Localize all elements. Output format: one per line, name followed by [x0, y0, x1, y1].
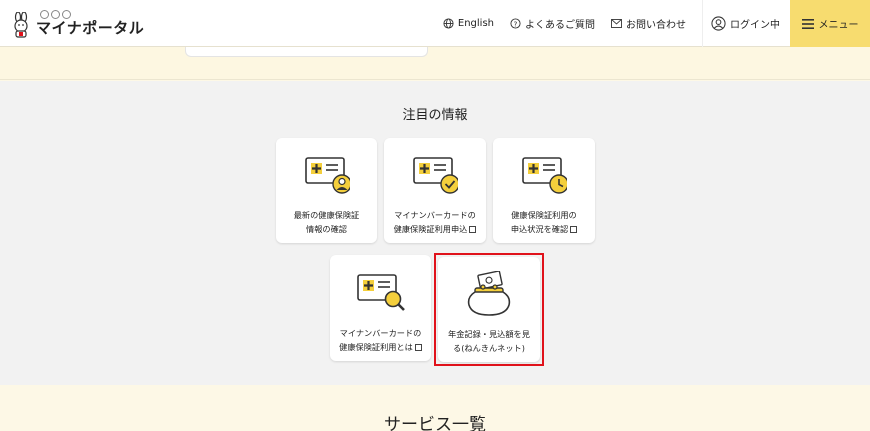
user-icon [711, 16, 726, 31]
services-title: サービス一覧 [384, 415, 486, 431]
tile-label: マイナンバーカードの 健康保険証利用とは [339, 328, 422, 352]
login-status-button[interactable]: ログイン中 [702, 0, 790, 47]
top-card-bottom-edge [185, 47, 428, 57]
mail-icon [611, 19, 622, 28]
faq-link[interactable]: ? よくあるご質問 [510, 0, 595, 47]
mascot-logo-icon [10, 11, 32, 38]
tile-label: 健康保険証利用の 申込状況を確認 [510, 210, 578, 234]
insurance-card-check-icon [412, 154, 460, 198]
tile-insurance-card-application[interactable]: マイナンバーカードの 健康保険証利用申込 [384, 138, 486, 243]
tile-pension-records[interactable]: 年金記録・見込額を見 る(ねんきんネット) [438, 257, 540, 362]
top-section-band [0, 47, 870, 80]
contact-link[interactable]: お問い合わせ [611, 0, 686, 47]
svg-text:?: ? [514, 19, 518, 28]
external-link-icon [570, 226, 578, 233]
insurance-card-clock-icon [521, 154, 569, 198]
featured-title: 注目の情報 [402, 108, 468, 123]
tile-label: 年金記録・見込額を見 る(ねんきんネット) [448, 329, 530, 353]
site-logo[interactable]: マイナポータル [10, 10, 144, 38]
external-link-icon [414, 344, 422, 351]
globe-icon [443, 18, 454, 29]
menu-button[interactable]: メニュー [790, 0, 870, 47]
question-icon: ? [510, 18, 521, 29]
hamburger-icon [801, 18, 814, 29]
site-header: マイナポータル English ? よくあるご質問 お問い合わせ ログイン中 メ… [0, 0, 870, 47]
tile-about-insurance-card-use[interactable]: マイナンバーカードの 健康保険証利用とは [330, 255, 431, 361]
insurance-card-person-icon [304, 154, 352, 198]
tile-application-status[interactable]: 健康保険証利用の 申込状況を確認 [493, 138, 595, 243]
tile-label: マイナンバーカードの 健康保険証利用申込 [393, 210, 477, 234]
header-nav: English ? よくあるご質問 お問い合わせ ログイン中 メニュー [443, 0, 870, 47]
logo-text: マイナポータル [36, 10, 144, 38]
english-link[interactable]: English [443, 0, 494, 47]
external-link-icon [469, 226, 477, 233]
tile-label: 最新の健康保険証 情報の確認 [293, 210, 360, 234]
coin-purse-icon [465, 270, 513, 321]
insurance-card-magnifier-icon [356, 271, 406, 317]
tile-latest-insurance-info[interactable]: 最新の健康保険証 情報の確認 [276, 138, 377, 243]
